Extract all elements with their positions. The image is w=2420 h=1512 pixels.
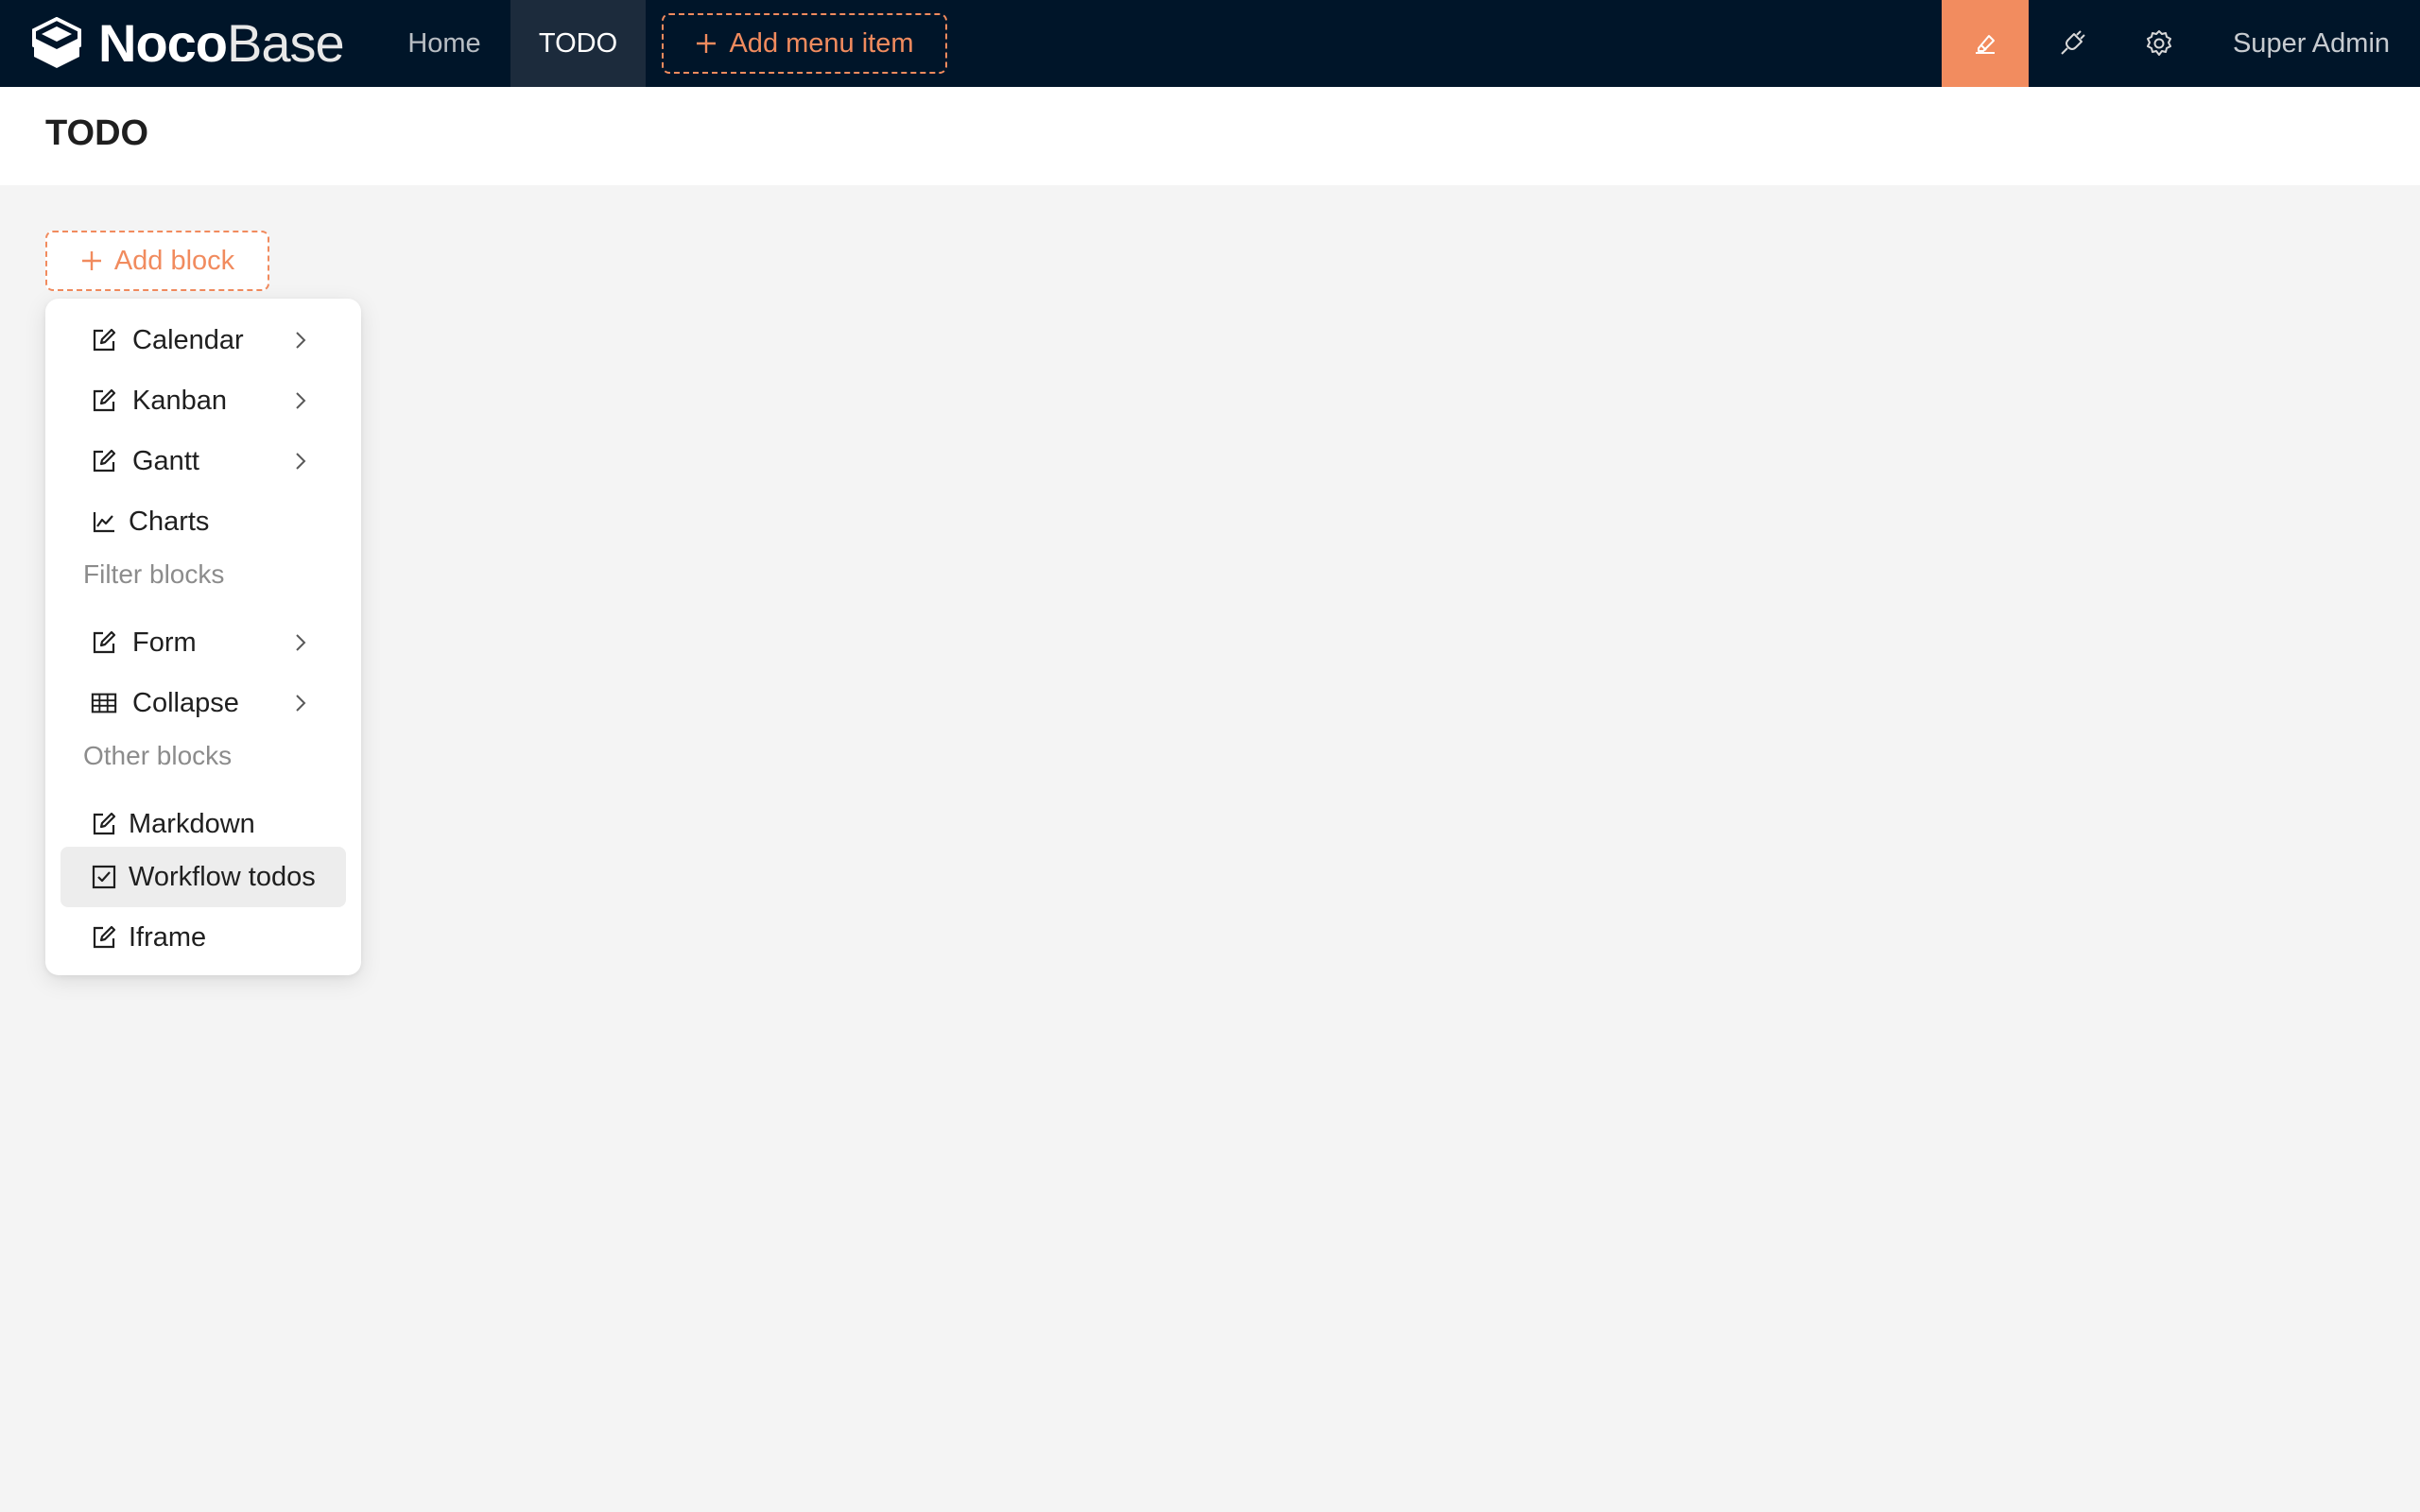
add-block-dropdown-menu: Calendar Kanban Gantt Charts Filter bloc… <box>45 299 361 975</box>
settings-button[interactable] <box>2116 0 2203 87</box>
nav-item-todo[interactable]: TODO <box>510 0 646 87</box>
edit-icon <box>91 387 117 414</box>
chevron-right-icon <box>296 634 306 651</box>
gear-icon <box>2147 30 2171 56</box>
logo-text-light: Base <box>227 13 345 73</box>
chevron-right-icon <box>296 332 306 349</box>
add-menu-item-label: Add menu item <box>729 27 914 59</box>
edit-icon <box>91 924 117 951</box>
menu-item-iframe[interactable]: Iframe <box>60 907 346 968</box>
menu-item-charts[interactable]: Charts <box>60 491 346 552</box>
highlighter-icon <box>1976 35 1995 54</box>
menu-item-label: Charts <box>129 506 210 537</box>
check-square-icon <box>91 864 117 890</box>
plug-icon <box>2061 30 2085 55</box>
add-menu-item-button[interactable]: Add menu item <box>662 13 947 74</box>
menu-item-gantt[interactable]: Gantt <box>60 431 346 491</box>
menu-item-calendar[interactable]: Calendar <box>60 310 346 370</box>
menu-group-filter-blocks: Filter blocks <box>83 559 225 589</box>
plus-icon <box>697 34 717 53</box>
logo-cube-icon <box>32 17 81 68</box>
menu-item-label: Iframe <box>129 921 207 953</box>
menu-group-other-blocks: Other blocks <box>83 741 233 770</box>
menu-item-form[interactable]: Form <box>60 612 346 673</box>
chevron-right-icon <box>296 392 306 409</box>
menu-item-workflow-todos[interactable]: Workflow todos <box>60 847 346 907</box>
menu-item-markdown[interactable]: Markdown <box>60 794 346 854</box>
menu-item-label: Workflow todos <box>129 861 316 892</box>
menu-item-label: Form <box>132 627 197 658</box>
nocobase-logo[interactable]: NocoBase <box>28 13 345 74</box>
user-menu[interactable]: Super Admin <box>2203 0 2420 87</box>
menu-item-collapse[interactable]: Collapse <box>60 673 346 733</box>
chevron-right-icon <box>296 695 306 712</box>
menu-item-kanban[interactable]: Kanban <box>60 370 346 431</box>
menu-item-label: Kanban <box>132 385 227 416</box>
ui-editor-toggle-button[interactable] <box>1942 0 2029 87</box>
menu-item-label: Calendar <box>132 324 244 355</box>
menu-item-label: Markdown <box>129 808 255 839</box>
menu-item-label: Collapse <box>132 687 239 718</box>
edit-icon <box>91 327 117 353</box>
plugin-manager-button[interactable] <box>2029 0 2116 87</box>
add-block-button[interactable]: Add block <box>45 231 269 291</box>
edit-icon <box>91 629 117 656</box>
edit-icon <box>91 811 117 837</box>
top-navigation-bar: NocoBase Home TODO Add menu item Super A… <box>0 0 2420 87</box>
page-header: TODO <box>0 87 2420 185</box>
plus-icon <box>81 251 101 270</box>
nav-item-home[interactable]: Home <box>378 0 510 87</box>
logo-text: NocoBase <box>98 17 345 70</box>
table-icon <box>91 690 117 716</box>
edit-icon <box>91 448 117 474</box>
menu-item-label: Gantt <box>132 445 199 476</box>
chevron-right-icon <box>296 453 306 470</box>
line-chart-icon <box>91 508 117 535</box>
page-title: TODO <box>45 113 149 153</box>
logo-text-bold: Noco <box>98 13 228 73</box>
add-block-label: Add block <box>113 245 235 276</box>
